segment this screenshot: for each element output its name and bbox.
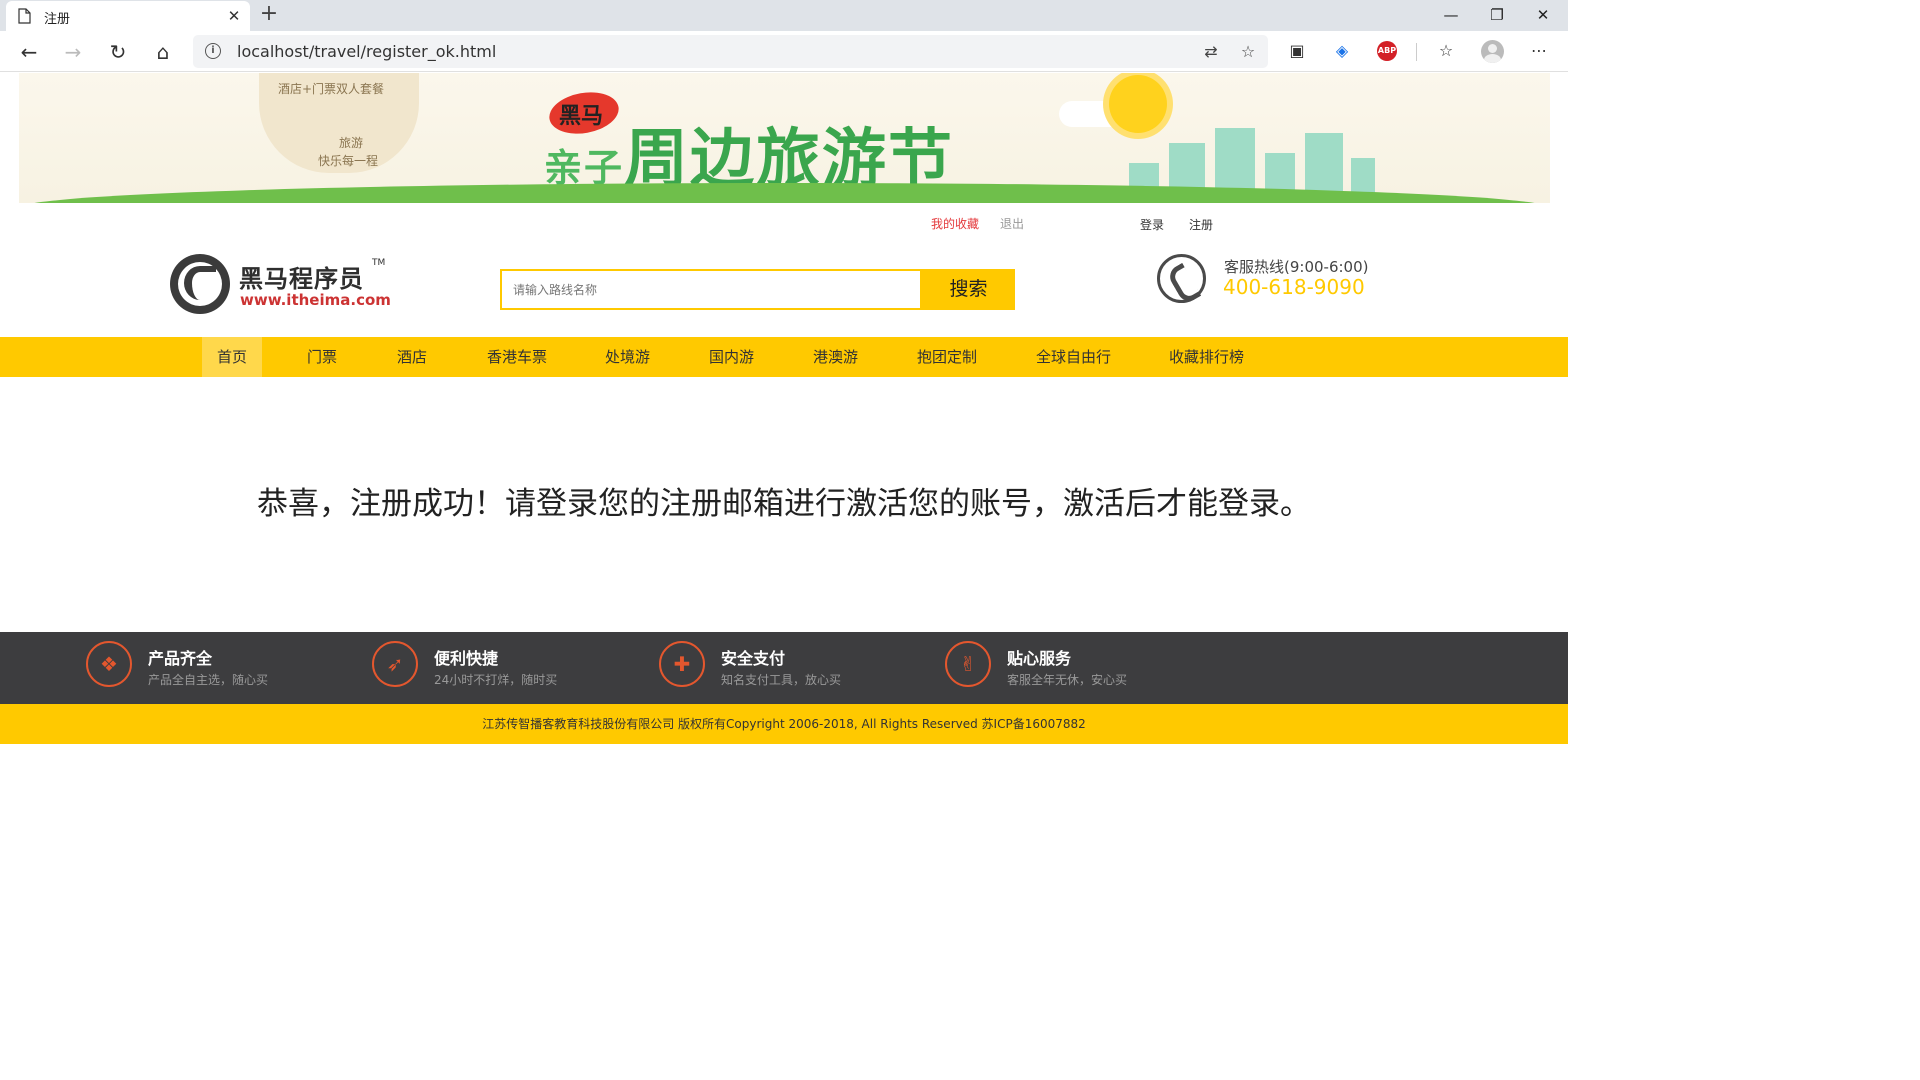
minimize-button[interactable]: — <box>1428 0 1474 31</box>
footer-copyright: 江苏传智播客教育科技股份有限公司 版权所有Copyright 2006-2018… <box>0 704 1568 744</box>
feature-service: ✌ 贴心服务 客服全年无休，安心买 <box>945 641 1205 695</box>
back-button[interactable]: ← <box>14 37 44 67</box>
main-navigation: 首页 门票 酒店 香港车票 处境游 国内游 港澳游 抱团定制 全球自由行 收藏排… <box>0 337 1568 377</box>
feature-secure-payment: ✚ 安全支付 知名支付工具，放心买 <box>659 641 919 695</box>
promo-banner[interactable]: 酒店+门票双人套餐 旅游 快乐每一程 黑马 亲子周边旅游节 <box>19 73 1550 203</box>
nav-item-home[interactable]: 首页 <box>202 337 263 377</box>
browser-toolbar: ← → ↻ ⌂ i localhost/travel/register_ok.h… <box>0 31 1568 72</box>
feature-title: 安全支付 <box>721 649 786 668</box>
new-tab-button[interactable]: + <box>258 3 280 25</box>
logo-chinese-text: 黑马程序员 <box>239 265 364 293</box>
favorite-star-icon[interactable]: ☆ <box>1237 41 1259 63</box>
hotline-number: 400-618-9090 <box>1223 275 1365 299</box>
thumbs-up-icon: ✌ <box>945 641 991 687</box>
rocket-icon: ➶ <box>372 641 418 687</box>
favorites-bar-icon[interactable]: ☆ <box>1434 39 1458 63</box>
banner-bag-text: 酒店+门票双人套餐 <box>278 82 385 96</box>
extension-icon[interactable]: ◈ <box>1330 39 1354 63</box>
adblock-plus-icon[interactable]: ABP <box>1377 41 1397 61</box>
login-link[interactable]: 登录 <box>1140 216 1164 233</box>
browser-tab[interactable]: 注册 ✕ <box>6 1 250 31</box>
nav-item-outbound-travel[interactable]: 处境游 <box>605 337 650 377</box>
restore-button[interactable]: ❐ <box>1474 0 1520 31</box>
feature-title: 产品齐全 <box>148 649 213 668</box>
logout-link[interactable]: 退出 <box>1000 215 1024 232</box>
collections-icon[interactable]: ▣ <box>1285 39 1309 63</box>
nav-item-hk-macau-travel[interactable]: 港澳游 <box>813 337 858 377</box>
document-icon <box>18 8 31 24</box>
feature-subtitle: 24小时不打烊，随时买 <box>434 673 558 687</box>
feature-title: 贴心服务 <box>1007 649 1072 668</box>
toolbar-divider <box>1416 43 1417 61</box>
clover-icon: ❖ <box>86 641 132 687</box>
home-button[interactable]: ⌂ <box>148 37 178 67</box>
url-text[interactable]: localhost/travel/register_ok.html <box>237 42 496 61</box>
nav-item-favorites-ranking[interactable]: 收藏排行榜 <box>1169 337 1244 377</box>
profile-avatar[interactable] <box>1481 40 1504 63</box>
my-favorites-link[interactable]: 我的收藏 <box>931 215 979 232</box>
search-button[interactable]: 搜索 <box>922 269 1015 310</box>
feature-product-range: ❖ 产品齐全 产品全自主选，随心买 <box>86 641 346 695</box>
nav-item-domestic-travel[interactable]: 国内游 <box>709 337 754 377</box>
customer-hotline: 客服热线(9:00-6:00) 400-618-9090 <box>1157 254 1387 306</box>
nav-item-global-self-guided[interactable]: 全球自由行 <box>1036 337 1111 377</box>
nav-item-hotels[interactable]: 酒店 <box>397 337 427 377</box>
logo-trademark: TM <box>372 258 386 268</box>
register-link[interactable]: 注册 <box>1189 216 1213 233</box>
banner-bag-text: 旅游 <box>339 136 364 150</box>
feature-subtitle: 客服全年无休，安心买 <box>1007 673 1128 687</box>
hotline-label: 客服热线(9:00-6:00) <box>1224 258 1369 276</box>
nav-item-tickets[interactable]: 门票 <box>307 337 337 377</box>
forward-button[interactable]: → <box>58 37 88 67</box>
nav-item-hk-bus-tickets[interactable]: 香港车票 <box>487 337 547 377</box>
phone-icon <box>1157 254 1206 303</box>
nav-item-group-custom[interactable]: 抱团定制 <box>917 337 977 377</box>
tab-close-icon[interactable]: ✕ <box>224 6 244 26</box>
tab-title: 注册 <box>44 12 71 27</box>
more-menu-icon[interactable]: ⋯ <box>1527 39 1551 63</box>
features-strip: ❖ 产品齐全 产品全自主选，随心买 ➶ 便利快捷 24小时不打烊，随时买 ✚ 安… <box>0 632 1568 704</box>
site-info-icon[interactable]: i <box>205 43 221 59</box>
shield-icon: ✚ <box>659 641 705 687</box>
reload-button[interactable]: ↻ <box>103 37 133 67</box>
search-input[interactable] <box>500 269 922 310</box>
registration-success-message: 恭喜，注册成功！请登录您的注册邮箱进行激活您的账号，激活后才能登录。 <box>257 486 1311 522</box>
feature-subtitle: 产品全自主选，随心买 <box>148 673 269 687</box>
search-bar: 搜索 <box>500 269 1015 310</box>
address-bar[interactable]: i localhost/travel/register_ok.html ⇄ ☆ <box>193 35 1268 68</box>
close-window-button[interactable]: ✕ <box>1520 0 1566 31</box>
site-logo[interactable]: 黑马程序员 TM www.itheima.com <box>170 254 391 314</box>
translate-icon[interactable]: ⇄ <box>1200 41 1222 63</box>
feature-subtitle: 知名支付工具，放心买 <box>721 673 842 687</box>
feature-title: 便利快捷 <box>434 649 499 668</box>
web-page: 酒店+门票双人套餐 旅游 快乐每一程 黑马 亲子周边旅游节 我的收藏 退出 登录… <box>0 73 1568 882</box>
feature-convenience: ➶ 便利快捷 24小时不打烊，随时买 <box>372 641 632 695</box>
logo-url-text: www.itheima.com <box>240 291 391 309</box>
browser-tab-bar: 注册 ✕ + — ❐ ✕ <box>0 0 1568 31</box>
banner-bag-text: 快乐每一程 <box>318 154 379 168</box>
